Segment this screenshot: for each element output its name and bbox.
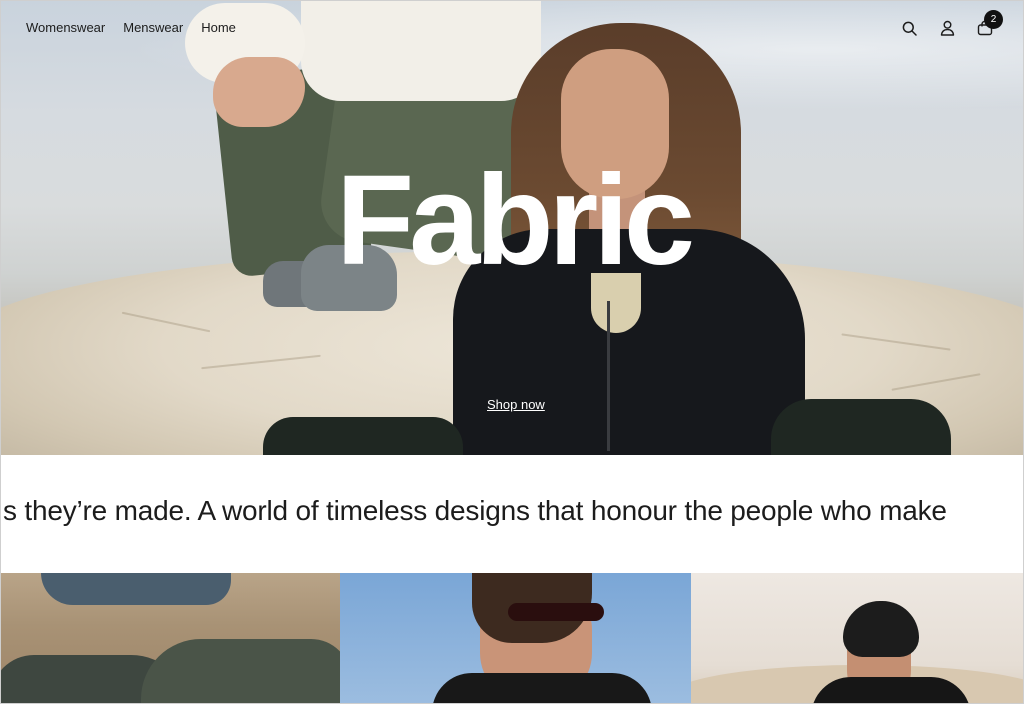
hero-title: Fabric [335,149,695,292]
rock-crack [891,373,981,391]
rock-crack [841,333,951,351]
rock-crack [121,311,211,333]
person-seated-hands [213,57,305,127]
search-icon[interactable] [901,18,917,38]
marquee-banner: s they’re made. A world of timeless desi… [1,455,1023,573]
rock-crack [201,354,321,370]
nav-link-womenswear[interactable]: Womenswear [26,20,105,35]
tile-jacket [432,673,652,703]
page-frame: Womenswear Menswear Home 2 Fabric Shop n… [0,0,1024,704]
tile-landscape[interactable] [1,573,340,703]
tile-hair [843,601,919,657]
model-leg [263,417,463,455]
marquee-text: s they’re made. A world of timeless desi… [3,495,947,526]
tile-fabric [141,639,340,703]
person-seated-torso [301,1,541,101]
cart-count-badge: 2 [984,10,1003,29]
nav-link-home[interactable]: Home [201,20,236,35]
cart-icon[interactable]: 2 [977,10,1003,38]
model-zipper [607,301,610,451]
product-tiles [1,573,1023,703]
main-nav: Womenswear Menswear Home [26,20,236,35]
account-icon[interactable] [939,18,955,38]
tile-man-sunglasses[interactable] [340,573,691,703]
tile-jacket [811,677,971,703]
tile-woman-desert[interactable] [691,573,1023,703]
shop-now-link[interactable]: Shop now [487,397,545,412]
sunglasses [508,603,604,621]
hero-banner: Womenswear Menswear Home 2 Fabric Shop n… [1,1,1023,455]
header-actions: 2 [901,10,1003,38]
model-leg [771,399,951,455]
tile-water [41,573,231,605]
nav-link-menswear[interactable]: Menswear [123,20,183,35]
